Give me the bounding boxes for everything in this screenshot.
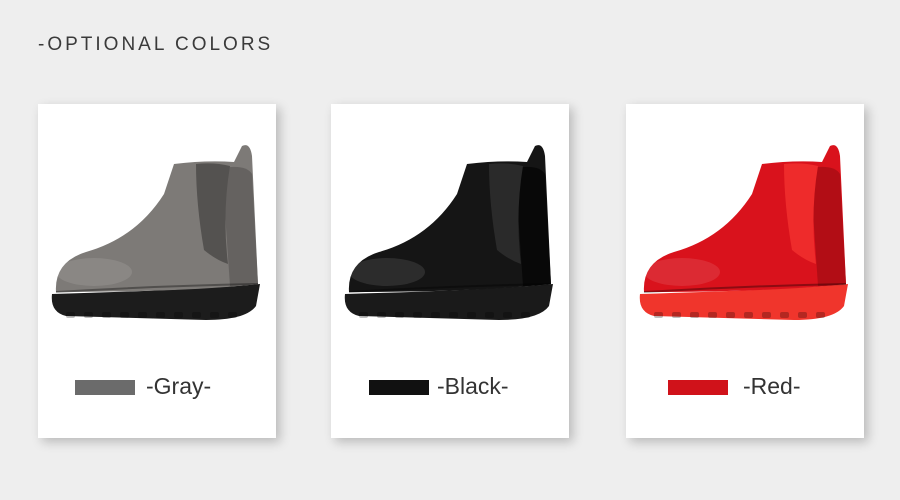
sole-tread	[156, 312, 165, 318]
section-heading: -OPTIONAL COLORS	[38, 34, 274, 55]
sole-tread	[762, 312, 771, 318]
color-card-gray[interactable]: -Gray-	[38, 104, 276, 438]
sole-tread	[102, 312, 111, 318]
sole-tread	[66, 312, 75, 318]
sole-tread	[84, 312, 93, 318]
boot-toe-highlight	[644, 258, 720, 286]
sole-tread	[485, 312, 494, 318]
black-boot-image	[344, 145, 553, 320]
sole-tread	[780, 312, 789, 318]
sole-tread	[431, 312, 440, 318]
color-card-red[interactable]: -Red-	[626, 104, 864, 438]
color-card-black[interactable]: -Black-	[331, 104, 569, 438]
gray-label: -Gray-	[146, 373, 212, 399]
red-swatch	[668, 380, 728, 395]
red-boot-image	[639, 145, 848, 320]
black-label: -Black-	[437, 373, 509, 399]
sole-tread	[449, 312, 458, 318]
sole-tread	[672, 312, 681, 318]
sole-tread	[708, 312, 717, 318]
black-swatch	[369, 380, 429, 395]
sole-tread	[359, 312, 368, 318]
boot-toe-highlight	[56, 258, 132, 286]
sole-tread	[228, 312, 237, 318]
sole-tread	[120, 312, 129, 318]
sole-tread	[744, 312, 753, 318]
boot-toe-highlight	[349, 258, 425, 286]
sole-tread	[377, 312, 386, 318]
sole-tread	[174, 312, 183, 318]
red-label: -Red-	[743, 373, 801, 399]
gray-boot-image	[51, 145, 261, 320]
sole-tread	[210, 312, 219, 318]
gray-swatch	[75, 380, 135, 395]
sole-tread	[467, 312, 476, 318]
sole-tread	[395, 312, 404, 318]
sole-tread	[726, 312, 735, 318]
sole-tread	[521, 312, 530, 318]
sole-tread	[654, 312, 663, 318]
sole-tread	[798, 312, 807, 318]
sole-tread	[816, 312, 825, 318]
sole-tread	[138, 312, 147, 318]
sole-tread	[690, 312, 699, 318]
sole-tread	[503, 312, 512, 318]
sole-tread	[413, 312, 422, 318]
sole-tread	[192, 312, 201, 318]
